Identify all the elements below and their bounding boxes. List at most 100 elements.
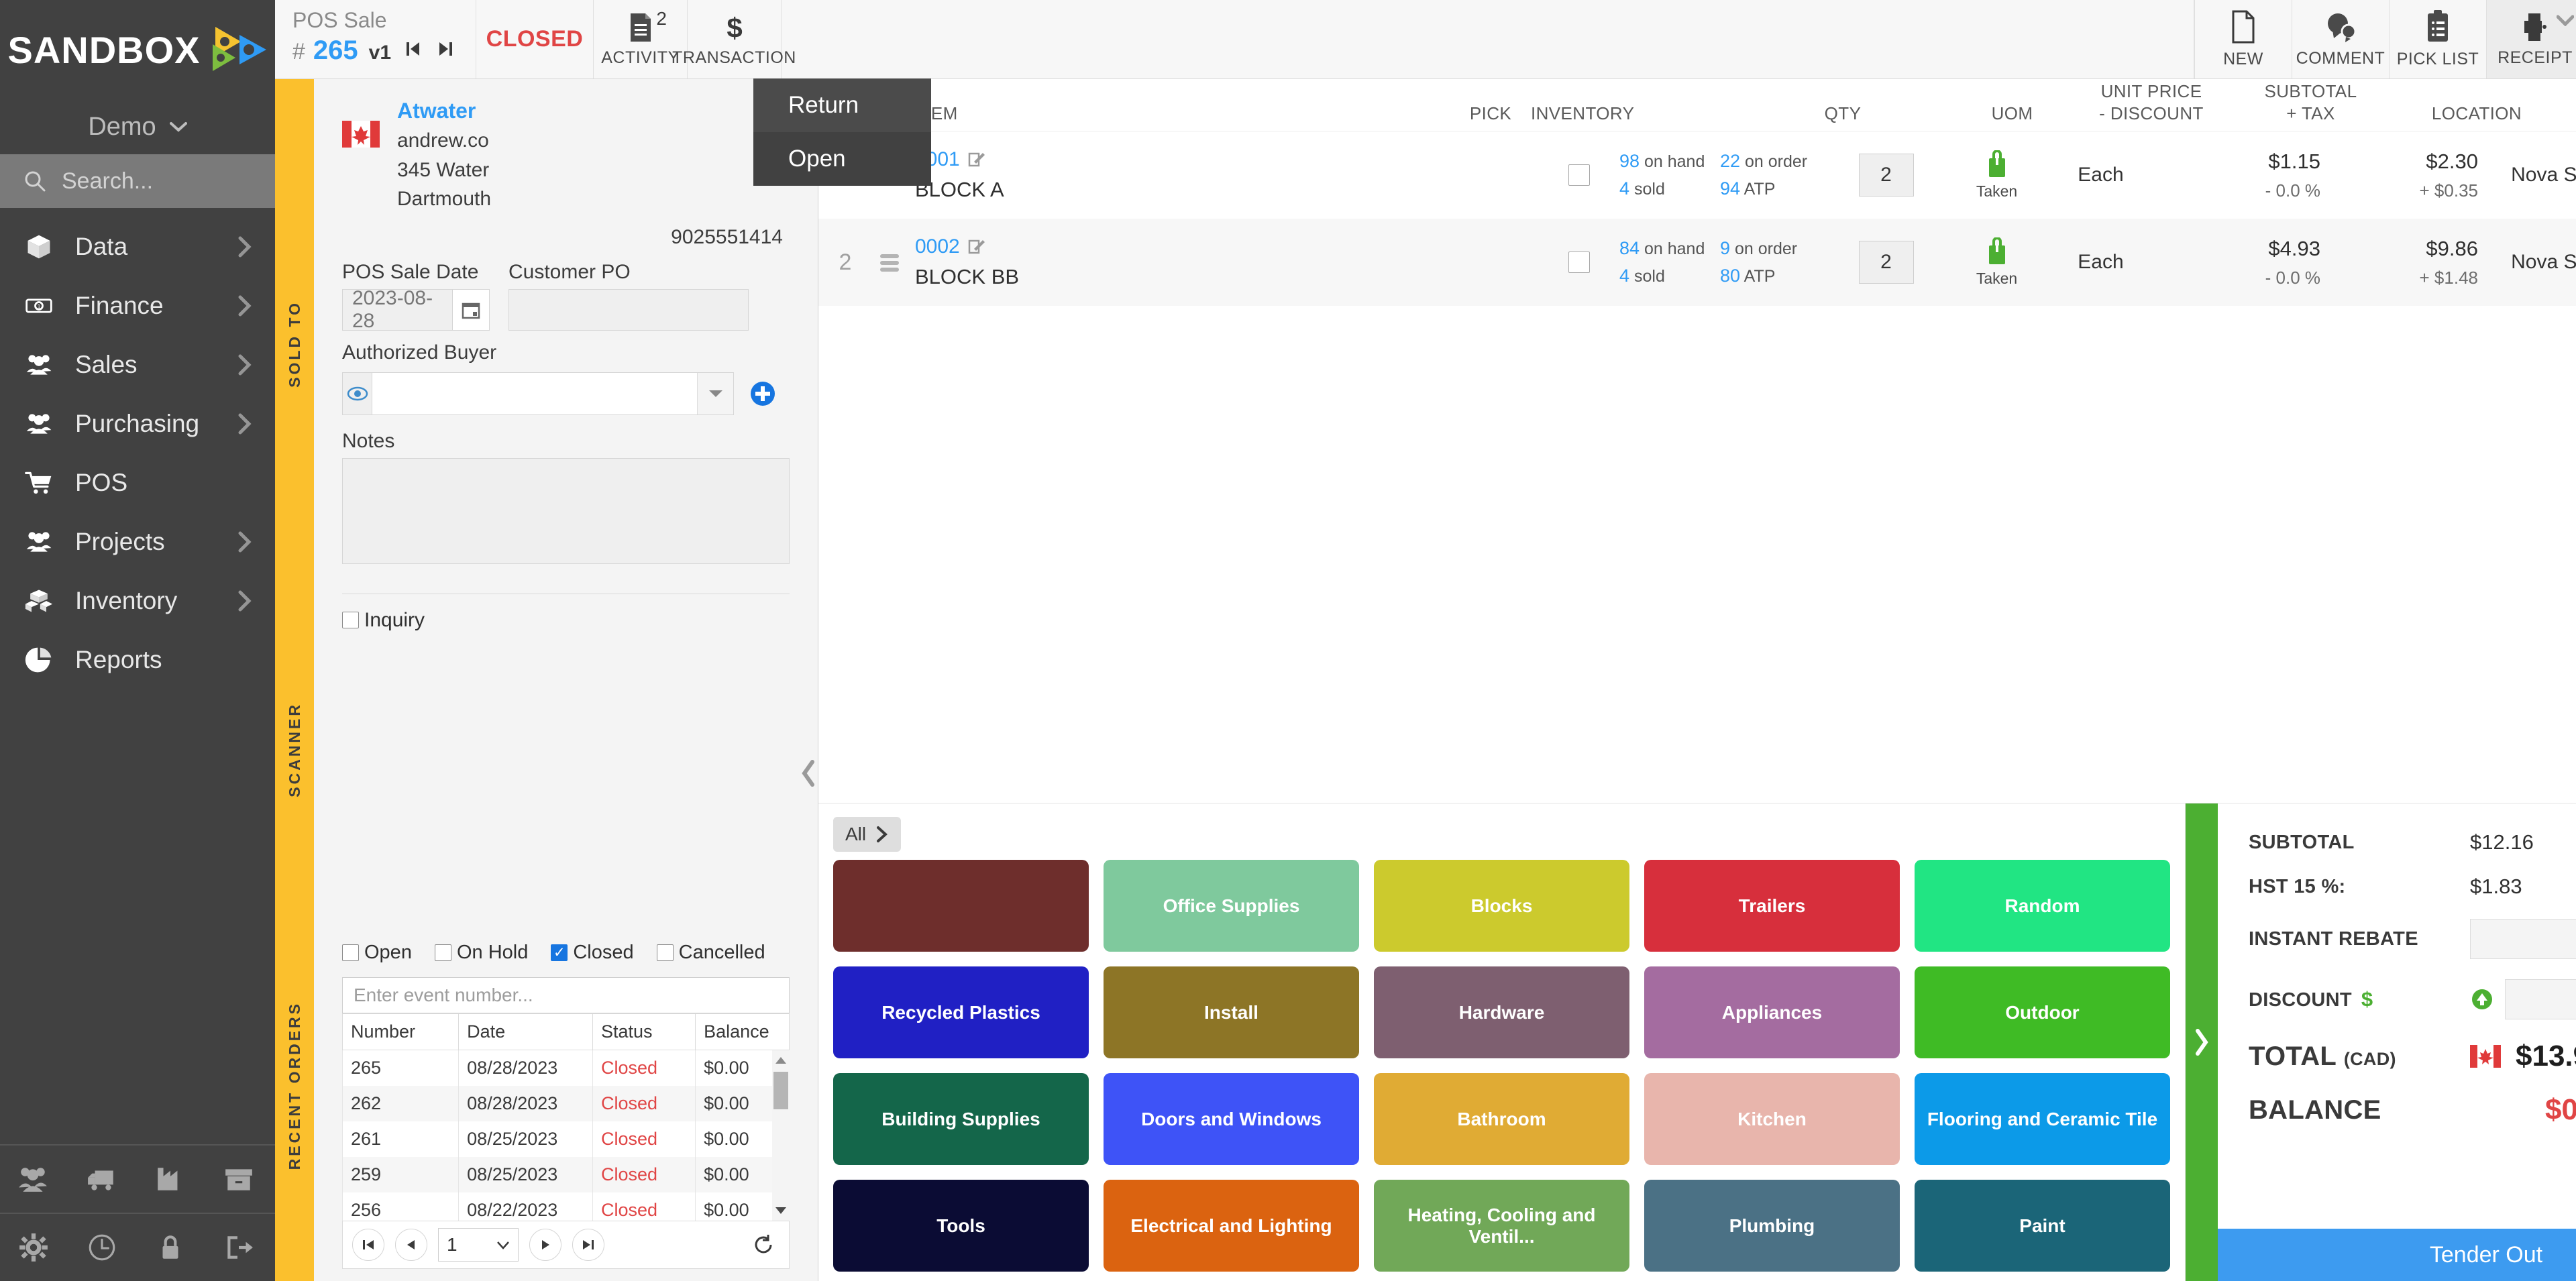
- record-number[interactable]: 265: [313, 36, 358, 66]
- taken-cell[interactable]: Taken: [1951, 237, 2042, 288]
- tender-out-button[interactable]: Tender Out: [2218, 1229, 2576, 1281]
- filter-on-hold[interactable]: On Hold: [434, 942, 528, 964]
- clock-icon[interactable]: [85, 1232, 119, 1263]
- rail-sold-to[interactable]: SOLD TO: [275, 79, 314, 609]
- customer-po-input[interactable]: [508, 288, 749, 331]
- menu-item-open[interactable]: Open: [753, 132, 931, 186]
- notes-textarea[interactable]: [342, 457, 790, 564]
- sidebar-item-finance[interactable]: 1 Finance: [0, 276, 275, 335]
- category-tile[interactable]: Random: [1915, 860, 2170, 952]
- inquiry-checkbox-row[interactable]: Inquiry: [342, 609, 790, 632]
- factory-icon[interactable]: [153, 1164, 188, 1194]
- category-tile[interactable]: Paint: [1915, 1180, 2170, 1272]
- increase-discount-icon[interactable]: [2470, 987, 2494, 1011]
- page-select[interactable]: 1: [438, 1228, 519, 1262]
- lock-icon[interactable]: [153, 1232, 188, 1263]
- table-row[interactable]: 256 08/22/2023 Closed $0.00: [342, 1192, 790, 1221]
- add-buyer-button[interactable]: [749, 380, 777, 408]
- table-row[interactable]: 1 0001 BLOCK A 98 on hand: [818, 131, 2576, 219]
- filter-closed[interactable]: Closed: [551, 942, 634, 964]
- calendar-icon[interactable]: [452, 289, 489, 330]
- authorized-buyer-select[interactable]: [372, 372, 734, 415]
- menu-item-return[interactable]: Return: [753, 78, 931, 132]
- discount-currency-symbol[interactable]: $: [2361, 987, 2373, 1011]
- people-icon[interactable]: [16, 1164, 51, 1194]
- edit-icon[interactable]: [968, 151, 985, 168]
- taken-cell[interactable]: Taken: [1951, 150, 2042, 201]
- col-number[interactable]: Number: [342, 1013, 460, 1050]
- app-logo[interactable]: SANDBOX: [0, 0, 275, 99]
- category-tile[interactable]: Blocks: [1374, 860, 1629, 952]
- last-page-button[interactable]: [572, 1229, 604, 1261]
- drag-handle-icon[interactable]: [864, 249, 915, 276]
- category-tile[interactable]: Tools: [833, 1180, 1089, 1272]
- rail-scanner[interactable]: SCANNER: [275, 609, 314, 891]
- closed-checkbox[interactable]: [551, 944, 568, 961]
- sidebar-item-purchasing[interactable]: Purchasing: [0, 394, 275, 453]
- qty-input[interactable]: 2: [1858, 154, 1914, 197]
- expand-totals-handle[interactable]: [2186, 803, 2218, 1281]
- category-tile[interactable]: Bathroom: [1374, 1073, 1629, 1165]
- table-row[interactable]: 265 08/28/2023 Closed $0.00: [342, 1050, 790, 1086]
- category-tile[interactable]: Outdoor: [1915, 966, 2170, 1058]
- pick-cell[interactable]: [1539, 164, 1619, 186]
- pick-cell[interactable]: [1539, 252, 1619, 273]
- open-checkbox[interactable]: [342, 944, 359, 961]
- category-tile[interactable]: Electrical and Lighting: [1104, 1180, 1359, 1272]
- table-scrollbar[interactable]: [772, 1050, 790, 1221]
- sidebar-item-data[interactable]: Data: [0, 217, 275, 276]
- category-tile[interactable]: Kitchen: [1644, 1073, 1900, 1165]
- sidebar-item-pos[interactable]: POS: [0, 453, 275, 512]
- col-balance[interactable]: Balance: [695, 1013, 790, 1050]
- truck-icon[interactable]: [85, 1164, 119, 1194]
- receipt-button[interactable]: RECEIPT: [2486, 0, 2576, 78]
- category-tile[interactable]: Flooring and Ceramic Tile: [1915, 1073, 2170, 1165]
- col-status[interactable]: Status: [592, 1013, 696, 1050]
- qty-cell[interactable]: 2: [1821, 241, 1951, 284]
- category-tile[interactable]: Recycled Plastics: [833, 966, 1089, 1058]
- scroll-up-icon[interactable]: [775, 1056, 787, 1065]
- refresh-button[interactable]: [747, 1229, 780, 1261]
- gear-icon[interactable]: [16, 1232, 51, 1263]
- category-tile[interactable]: Appliances: [1644, 966, 1900, 1058]
- qty-input[interactable]: 2: [1858, 241, 1914, 284]
- sidebar-item-sales[interactable]: Sales: [0, 335, 275, 394]
- inquiry-checkbox[interactable]: [342, 612, 359, 629]
- col-date[interactable]: Date: [458, 1013, 593, 1050]
- category-tile[interactable]: Doors and Windows: [1104, 1073, 1359, 1165]
- edit-icon[interactable]: [968, 238, 985, 256]
- tenant-selector[interactable]: Demo: [0, 99, 275, 154]
- category-tile[interactable]: Trailers: [1644, 860, 1900, 952]
- category-tile[interactable]: Hardware: [1374, 966, 1629, 1058]
- table-row[interactable]: 262 08/28/2023 Closed $0.00: [342, 1086, 790, 1121]
- logout-icon[interactable]: [221, 1232, 256, 1263]
- next-page-button[interactable]: [529, 1229, 561, 1261]
- breadcrumb-all[interactable]: All: [833, 817, 902, 852]
- table-row[interactable]: 259 08/25/2023 Closed $0.00: [342, 1157, 790, 1192]
- table-row[interactable]: 261 08/25/2023 Closed $0.00: [342, 1121, 790, 1157]
- search-input[interactable]: Search...: [0, 154, 275, 208]
- category-tile[interactable]: Heating, Cooling and Ventil...: [1374, 1180, 1629, 1272]
- new-button[interactable]: NEW: [2194, 0, 2292, 78]
- event-number-input[interactable]: Enter event number...: [342, 977, 790, 1013]
- customer-name[interactable]: Atwater: [397, 95, 791, 126]
- prev-page-button[interactable]: [395, 1229, 427, 1261]
- sidebar-item-reports[interactable]: Reports: [0, 630, 275, 689]
- transaction-button[interactable]: $ TRANSACTION: [672, 0, 796, 78]
- first-page-button[interactable]: [352, 1229, 384, 1261]
- prev-record-icon[interactable]: [403, 39, 423, 59]
- chevron-down-icon[interactable]: [2557, 15, 2574, 26]
- pick-checkbox[interactable]: [1568, 252, 1590, 273]
- pick-checkbox[interactable]: [1568, 164, 1590, 186]
- cancelled-checkbox[interactable]: [656, 944, 674, 961]
- pick-list-button[interactable]: PICK LIST: [2389, 0, 2486, 78]
- archive-box-icon[interactable]: [221, 1164, 256, 1194]
- panel-collapse-handle[interactable]: [798, 750, 818, 797]
- item-code[interactable]: 0001: [915, 148, 1539, 171]
- scroll-down-icon[interactable]: [775, 1206, 787, 1215]
- category-tile[interactable]: [833, 860, 1089, 952]
- eye-icon[interactable]: [342, 372, 372, 415]
- comment-button[interactable]: COMMENT: [2292, 0, 2389, 78]
- category-tile[interactable]: Building Supplies: [833, 1073, 1089, 1165]
- category-tile[interactable]: Plumbing: [1644, 1180, 1900, 1272]
